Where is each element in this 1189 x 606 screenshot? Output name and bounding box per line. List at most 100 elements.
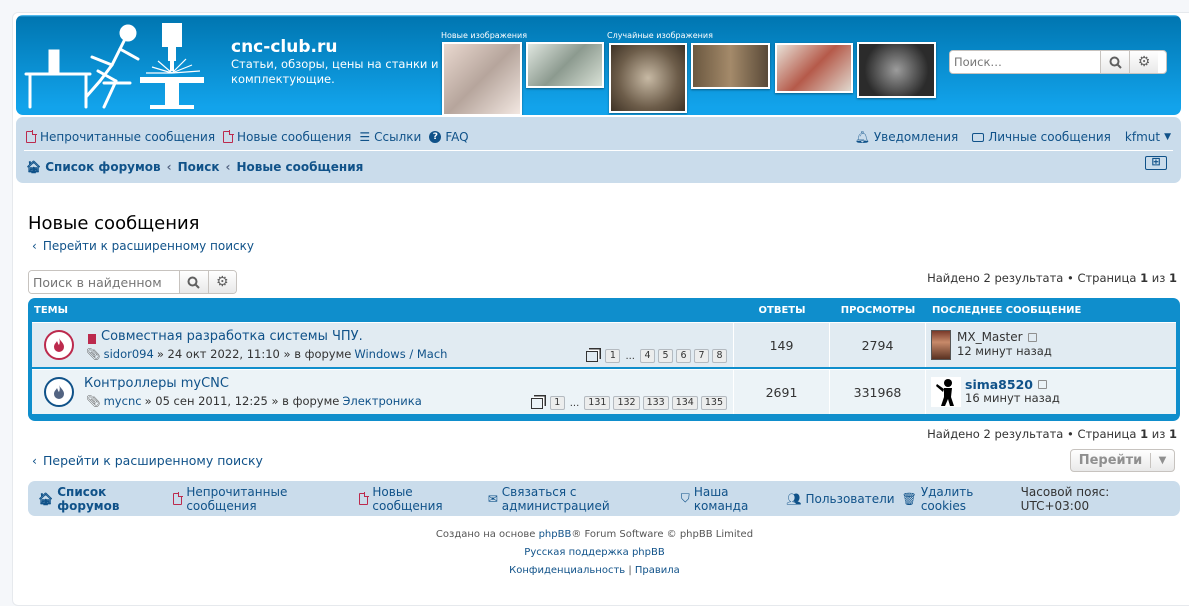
topic-page-link[interactable]: 135 — [700, 396, 727, 410]
copyright-line-3: Конфиденциальность | Правила — [509, 565, 680, 576]
envelope-icon: ✉ — [487, 491, 498, 506]
document-icon — [223, 130, 235, 143]
gallery-thumb-4[interactable] — [691, 43, 770, 89]
pagination-ellipsis: ... — [625, 350, 635, 362]
topic-author-link[interactable]: mycnc — [104, 394, 142, 408]
nav-unread-link[interactable]: Непрочитанные сообщения — [26, 130, 215, 144]
caret-down-icon[interactable]: ▼ — [1151, 455, 1174, 466]
topic-page-link[interactable]: 4 — [640, 349, 655, 363]
topic-row: Совместная разработка системы ЧПУ. 📎︎ si… — [32, 322, 1176, 367]
gallery-thumb-5[interactable] — [775, 43, 853, 93]
nav-user-menu[interactable]: kfmut ▼ — [1125, 130, 1171, 144]
topic-title-link[interactable]: Совместная разработка системы ЧПУ. — [101, 329, 363, 344]
topic-author-link[interactable]: sidor094 — [104, 347, 154, 361]
cnc-logo-illustration[interactable] — [20, 19, 225, 111]
search-within-results-button[interactable] — [179, 271, 208, 293]
search-within-results-settings-button[interactable]: ⚙ — [207, 271, 236, 293]
chevron-left-icon: ‹ — [32, 453, 37, 468]
unread-post-icon[interactable] — [88, 334, 96, 344]
document-icon — [26, 130, 37, 143]
topic-page-link[interactable]: 131 — [584, 396, 611, 410]
responsive-toggle-button[interactable]: ⊞ — [1145, 156, 1167, 170]
site-title[interactable]: cnc-club.ru — [231, 37, 337, 57]
topic-forum-link[interactable]: Windows / Mach — [354, 347, 447, 361]
topic-forum-link[interactable]: Электроника — [342, 394, 421, 408]
home-icon: 🏠︎ — [38, 491, 54, 506]
gallery-thumb-3[interactable] — [609, 43, 687, 113]
search-within-results: ⚙ — [28, 270, 237, 294]
topics-table: ТЕМЫ ОТВЕТЫ ПРОСМОТРЫ ПОСЛЕДНЕЕ СООБЩЕНИ… — [28, 298, 1180, 421]
view-latest-post-icon[interactable] — [1027, 332, 1037, 342]
expand-icon: ⊞ — [1151, 155, 1161, 168]
topic-page-link[interactable]: 6 — [676, 349, 691, 363]
last-post-author-link[interactable]: MX_Master — [957, 330, 1023, 344]
topic-views: 331968 — [830, 370, 926, 414]
topic-last-post: MX_Master 12 минут назад — [926, 323, 1176, 367]
hot-topic-read-icon[interactable] — [44, 377, 74, 407]
header-search-button[interactable] — [1100, 51, 1129, 73]
footer-unread-link[interactable]: Непрочитанные сообщения — [172, 485, 351, 513]
topic-pagination: 1 ... 131 132 133 134 135 — [530, 396, 727, 410]
topic-page-link[interactable]: 1 — [605, 349, 621, 363]
topic-meta: 📎︎ sidor094 » 24 окт 2022, 11:10 » в фор… — [86, 347, 448, 361]
site-header: cnc-club.ru Статьи, обзоры, цены на стан… — [16, 15, 1181, 115]
footer-delete-cookies-link[interactable]: 🗑︎ Удалить cookies — [902, 485, 1014, 513]
hot-topic-unread-icon[interactable] — [44, 330, 74, 360]
last-post-author: sima8520 — [965, 377, 1047, 392]
view-latest-post-icon[interactable] — [1037, 380, 1047, 389]
topic-page-link[interactable]: 7 — [694, 349, 709, 363]
terms-link[interactable]: Правила — [635, 565, 680, 576]
footer-forum-index-link[interactable]: 🏠︎ Список форумов — [38, 485, 165, 513]
total-pages: 1 — [1168, 427, 1177, 441]
footer-members-link[interactable]: 👥︎ Пользователи — [786, 492, 894, 506]
jumpbox-button[interactable]: Перейти ▼ — [1070, 449, 1175, 472]
topic-main-cell: Контроллеры myCNC 📎︎ mycnc » 05 сен 2011… — [32, 370, 734, 414]
breadcrumb-search[interactable]: Поиск — [178, 160, 220, 174]
nav-faq-link[interactable]: ? FAQ — [429, 130, 469, 144]
topic-page-link[interactable]: 132 — [613, 396, 640, 410]
breadcrumb-forum-index[interactable]: Список форумов — [45, 160, 160, 174]
home-icon: 🏠︎ — [26, 160, 42, 174]
privacy-link[interactable]: Конфиденциальность — [509, 565, 625, 576]
site-description: Статьи, обзоры, цены на станки и комплек… — [231, 57, 439, 86]
footer-team-link[interactable]: ⛉ Наша команда — [681, 485, 779, 513]
topic-page-link[interactable]: 8 — [712, 349, 727, 363]
advanced-search-link-bottom[interactable]: ‹ Перейти к расширенному поиску — [32, 453, 263, 468]
topic-page-link[interactable]: 134 — [671, 396, 698, 410]
topic-page-link[interactable]: 1 — [549, 396, 565, 410]
paperclip-icon: 📎︎ — [86, 394, 101, 408]
footer-new-posts-link[interactable]: Новые сообщения — [358, 485, 480, 513]
last-post-time: 12 минут назад — [957, 344, 1052, 358]
header-search-input[interactable] — [950, 51, 1100, 73]
russian-support-link[interactable]: Русская поддержка phpBB — [524, 547, 664, 558]
topic-last-post: sima8520 16 минут назад — [926, 370, 1176, 414]
topic-row: Контроллеры myCNC 📎︎ mycnc » 05 сен 2011… — [32, 369, 1176, 414]
nav-notifications[interactable]: 🔔︎ Уведомления — [855, 130, 959, 144]
breadcrumb-new-posts[interactable]: Новые сообщения — [237, 160, 364, 174]
last-post-author: MX_Master — [957, 330, 1037, 344]
menu-icon: ☰ — [359, 130, 371, 144]
avatar[interactable] — [931, 330, 951, 360]
phpbb-link[interactable]: phpBB — [539, 529, 572, 540]
topic-title-link[interactable]: Контроллеры myCNC — [84, 376, 229, 391]
jumpbox-label: Перейти — [1071, 453, 1151, 468]
last-post-author-link[interactable]: sima8520 — [965, 377, 1033, 392]
footer-navbar: 🏠︎ Список форумов Непрочитанные сообщения… — [28, 481, 1180, 516]
advanced-search-link[interactable]: ‹ Перейти к расширенному поиску — [32, 239, 254, 253]
breadcrumb: 🏠︎ Список форумов ‹ Поиск ‹ Новые сообще… — [26, 159, 363, 175]
avatar[interactable] — [931, 377, 961, 407]
gallery-thumb-2[interactable] — [526, 42, 604, 88]
nav-private-messages[interactable]: Личные сообщения — [972, 130, 1111, 144]
gallery-thumb-1[interactable] — [442, 42, 522, 115]
topic-page-link[interactable]: 133 — [642, 396, 669, 410]
gallery-thumb-6[interactable] — [857, 42, 936, 98]
search-within-results-input[interactable] — [29, 271, 179, 293]
topic-replies: 2691 — [734, 370, 830, 414]
topic-page-link[interactable]: 5 — [658, 349, 673, 363]
header-search-settings-button[interactable]: ⚙ — [1129, 51, 1158, 73]
nav-links-menu[interactable]: ☰ Ссылки — [359, 130, 421, 144]
footer-contact-link[interactable]: ✉ Связаться с администрацией — [488, 485, 674, 513]
header-topics: ТЕМЫ — [34, 304, 68, 316]
copyright-line-2: Русская поддержка phpBB — [0, 547, 1189, 558]
nav-new-posts-link[interactable]: Новые сообщения — [223, 130, 351, 144]
